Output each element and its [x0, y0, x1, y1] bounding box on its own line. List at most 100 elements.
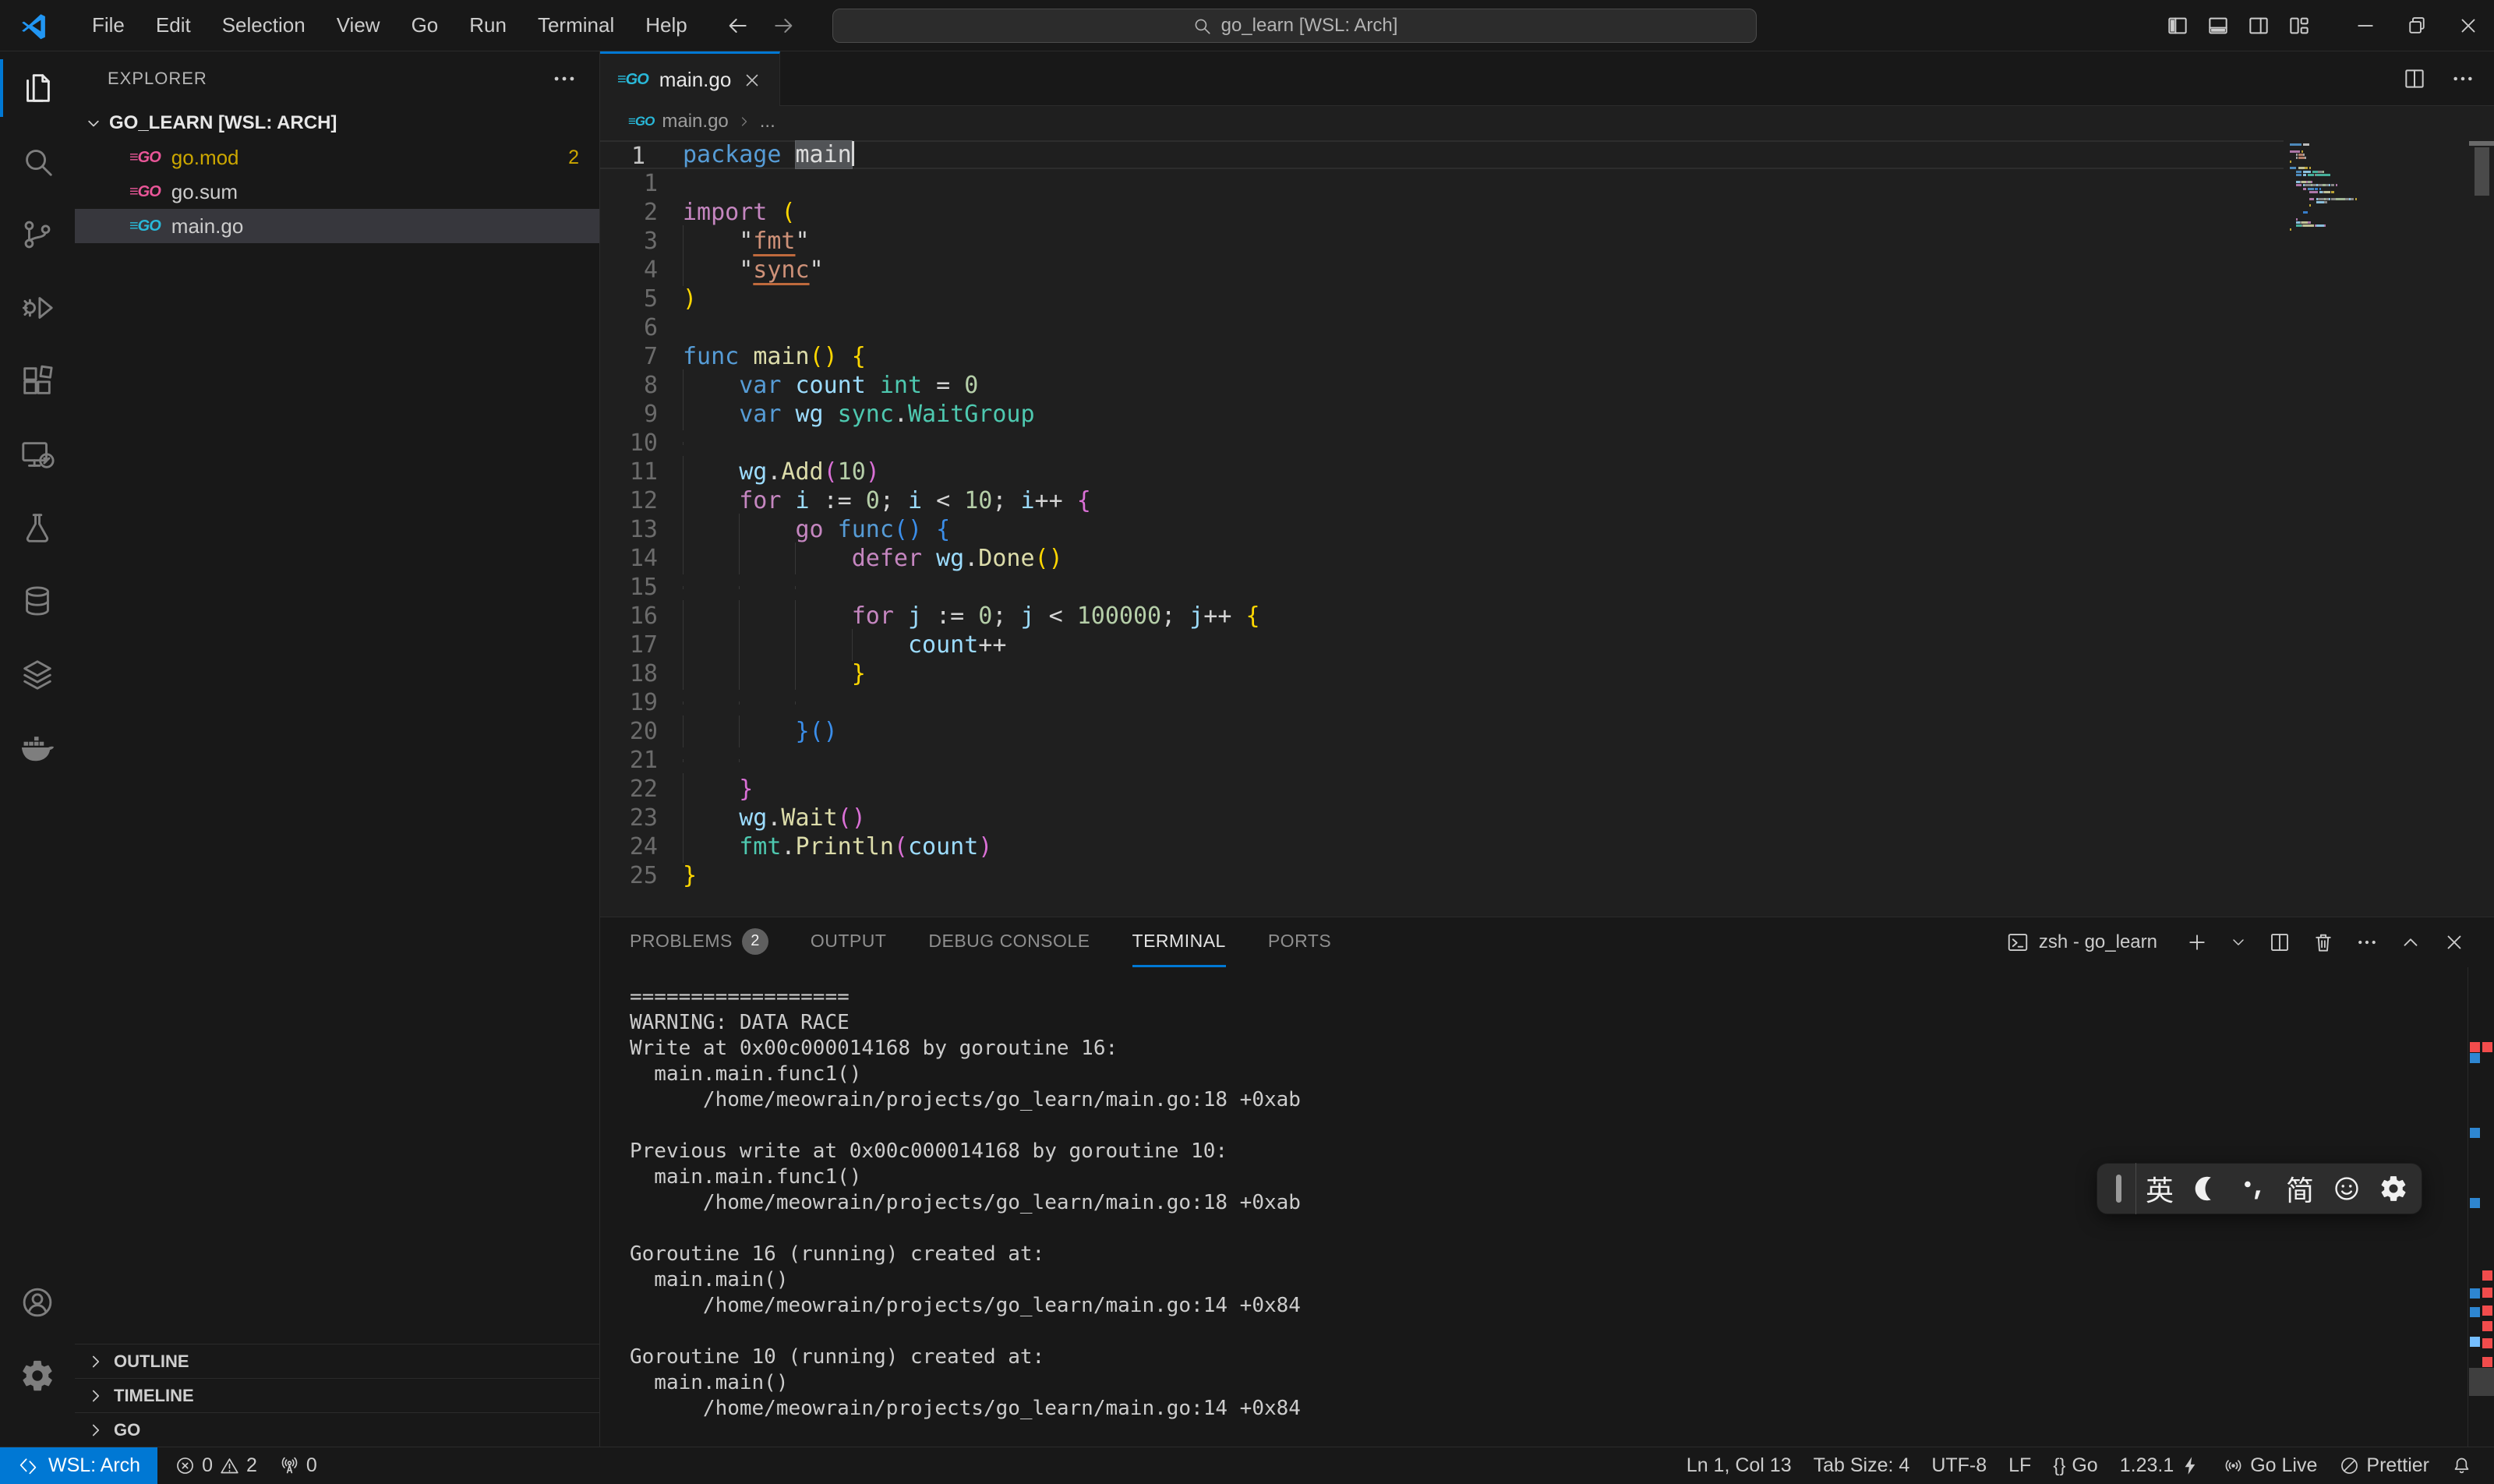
ime-english-mode[interactable]: 英: [2136, 1163, 2183, 1214]
activity-testing[interactable]: [0, 491, 75, 564]
activity-search[interactable]: [0, 125, 75, 198]
menu-terminal[interactable]: Terminal: [522, 7, 630, 44]
activity-explorer[interactable]: [0, 51, 75, 125]
code-line[interactable]: 12for i := 0; i < 10; i++ {: [600, 486, 2284, 515]
ime-settings[interactable]: [2370, 1163, 2417, 1214]
ime-drag-handle[interactable]: [2102, 1163, 2136, 1214]
status-1-23-1[interactable]: 1.23.1: [2109, 1447, 2213, 1484]
split-editor-icon[interactable]: [2402, 66, 2427, 91]
code-line[interactable]: 17count++: [600, 631, 2284, 659]
code-line[interactable]: 13go func() {: [600, 515, 2284, 544]
new-terminal-icon[interactable]: [2185, 931, 2209, 954]
activity-source-control[interactable]: [0, 198, 75, 271]
kill-terminal-icon[interactable]: [2312, 931, 2335, 954]
code-line[interactable]: 1package main: [600, 140, 2284, 169]
code-line[interactable]: 4"sync": [600, 256, 2284, 284]
code-line[interactable]: 14defer wg.Done(): [600, 544, 2284, 573]
code-line[interactable]: 21: [600, 746, 2284, 775]
menu-go[interactable]: Go: [396, 7, 454, 44]
minimize-button[interactable]: [2340, 0, 2391, 51]
remote-indicator[interactable]: WSL: Arch: [0, 1447, 157, 1484]
panel-tab-problems[interactable]: PROBLEMS2: [630, 917, 768, 967]
menu-help[interactable]: Help: [630, 7, 702, 44]
terminal-overview-ruler[interactable]: [2468, 967, 2494, 1447]
status-go-live[interactable]: Go Live: [2212, 1447, 2328, 1484]
code-line[interactable]: 8var count int = 0: [600, 371, 2284, 400]
code-line[interactable]: 22}: [600, 775, 2284, 804]
command-center-search[interactable]: go_learn [WSL: Arch]: [832, 9, 1757, 43]
code-line[interactable]: 3"fmt": [600, 227, 2284, 256]
code-line[interactable]: 16for j := 0; j < 100000; j++ {: [600, 602, 2284, 631]
status-lf[interactable]: LF: [1998, 1447, 2042, 1484]
panel-tab-debug-console[interactable]: DEBUG CONSOLE: [928, 917, 1090, 967]
sidebar-section-timeline[interactable]: TIMELINE: [75, 1378, 599, 1412]
menu-file[interactable]: File: [76, 7, 140, 44]
explorer-more-actions-icon[interactable]: [551, 65, 578, 92]
terminal-profile-chevron-icon[interactable]: [2229, 933, 2248, 952]
code-line[interactable]: 20}(): [600, 717, 2284, 746]
ime-punctuation[interactable]: [2230, 1163, 2277, 1214]
ime-emoji[interactable]: [2323, 1163, 2370, 1214]
panel-tab-output[interactable]: OUTPUT: [811, 917, 887, 967]
code-line[interactable]: 15: [600, 573, 2284, 602]
ime-half-width[interactable]: [2183, 1163, 2230, 1214]
activity-account[interactable]: [0, 1266, 75, 1339]
panel-tab-terminal[interactable]: TERMINAL: [1132, 917, 1226, 967]
status-utf-8[interactable]: UTF-8: [1920, 1447, 1998, 1484]
code-line[interactable]: 6: [600, 313, 2284, 342]
menu-view[interactable]: View: [321, 7, 396, 44]
restore-button[interactable]: [2391, 0, 2443, 51]
sidebar-section-go[interactable]: GO: [75, 1412, 599, 1447]
toggle-panel-icon[interactable]: [2206, 13, 2231, 38]
breadcrumb-file[interactable]: main.go: [662, 111, 728, 132]
sidebar-section-outline[interactable]: OUTLINE: [75, 1344, 599, 1378]
code-editor[interactable]: 1package main12import (3"fmt"4"sync"5)67…: [600, 137, 2494, 917]
problems-status[interactable]: 0 2: [164, 1447, 268, 1484]
toggle-secondary-sidebar-icon[interactable]: [2246, 13, 2271, 38]
code-line[interactable]: 10: [600, 429, 2284, 458]
activity-docker[interactable]: [0, 711, 75, 784]
toggle-sidebar-icon[interactable]: [2165, 13, 2190, 38]
close-tab-icon[interactable]: [742, 70, 762, 90]
code-line[interactable]: 11wg.Add(10): [600, 458, 2284, 486]
terminal-session-select[interactable]: zsh - go_learn: [2006, 931, 2157, 954]
ime-simplified[interactable]: 简: [2277, 1163, 2323, 1214]
activity-extensions[interactable]: [0, 344, 75, 418]
file-item-go.mod[interactable]: ≡GOgo.mod2: [75, 140, 599, 175]
menu-run[interactable]: Run: [454, 7, 522, 44]
editor-more-actions-icon[interactable]: [2450, 66, 2475, 91]
status-bell[interactable]: [2440, 1447, 2483, 1484]
code-line[interactable]: 9var wg sync.WaitGroup: [600, 400, 2284, 429]
status-go[interactable]: {}Go: [2042, 1447, 2108, 1484]
code-line[interactable]: 23wg.Wait(): [600, 804, 2284, 832]
customize-layout-icon[interactable]: [2287, 13, 2312, 38]
tab-main-go[interactable]: ≡GO main.go: [600, 51, 780, 106]
panel-tab-ports[interactable]: PORTS: [1268, 917, 1331, 967]
activity-remote-explorer[interactable]: [0, 418, 75, 491]
breadcrumb-symbol[interactable]: ...: [760, 111, 775, 132]
code-line[interactable]: 2import (: [600, 198, 2284, 227]
status-ln-1-col-13[interactable]: Ln 1, Col 13: [1676, 1447, 1803, 1484]
activity-run-debug[interactable]: [0, 271, 75, 344]
back-arrow-icon[interactable]: [725, 13, 750, 38]
breadcrumb[interactable]: ≡GO main.go ...: [600, 106, 2494, 137]
forward-arrow-icon[interactable]: [772, 13, 797, 38]
code-line[interactable]: 7func main() {: [600, 342, 2284, 371]
activity-settings[interactable]: [0, 1339, 75, 1412]
status-tab-size-4[interactable]: Tab Size: 4: [1803, 1447, 1921, 1484]
editor-overview-ruler[interactable]: [2469, 137, 2494, 917]
code-line[interactable]: 24fmt.Println(count): [600, 832, 2284, 861]
close-window-button[interactable]: [2443, 0, 2494, 51]
code-line[interactable]: 19: [600, 688, 2284, 717]
ports-status[interactable]: 0: [268, 1447, 328, 1484]
panel-more-actions-icon[interactable]: [2355, 931, 2379, 954]
explorer-root-folder[interactable]: GO_LEARN [WSL: ARCH]: [75, 106, 599, 140]
code-line[interactable]: 18}: [600, 659, 2284, 688]
split-terminal-icon[interactable]: [2268, 931, 2291, 954]
code-line[interactable]: 1: [600, 169, 2284, 198]
activity-database[interactable]: [0, 564, 75, 638]
code-line[interactable]: 25}: [600, 861, 2284, 890]
menu-edit[interactable]: Edit: [140, 7, 207, 44]
file-item-main.go[interactable]: ≡GOmain.go: [75, 209, 599, 243]
code-line[interactable]: 5): [600, 284, 2284, 313]
